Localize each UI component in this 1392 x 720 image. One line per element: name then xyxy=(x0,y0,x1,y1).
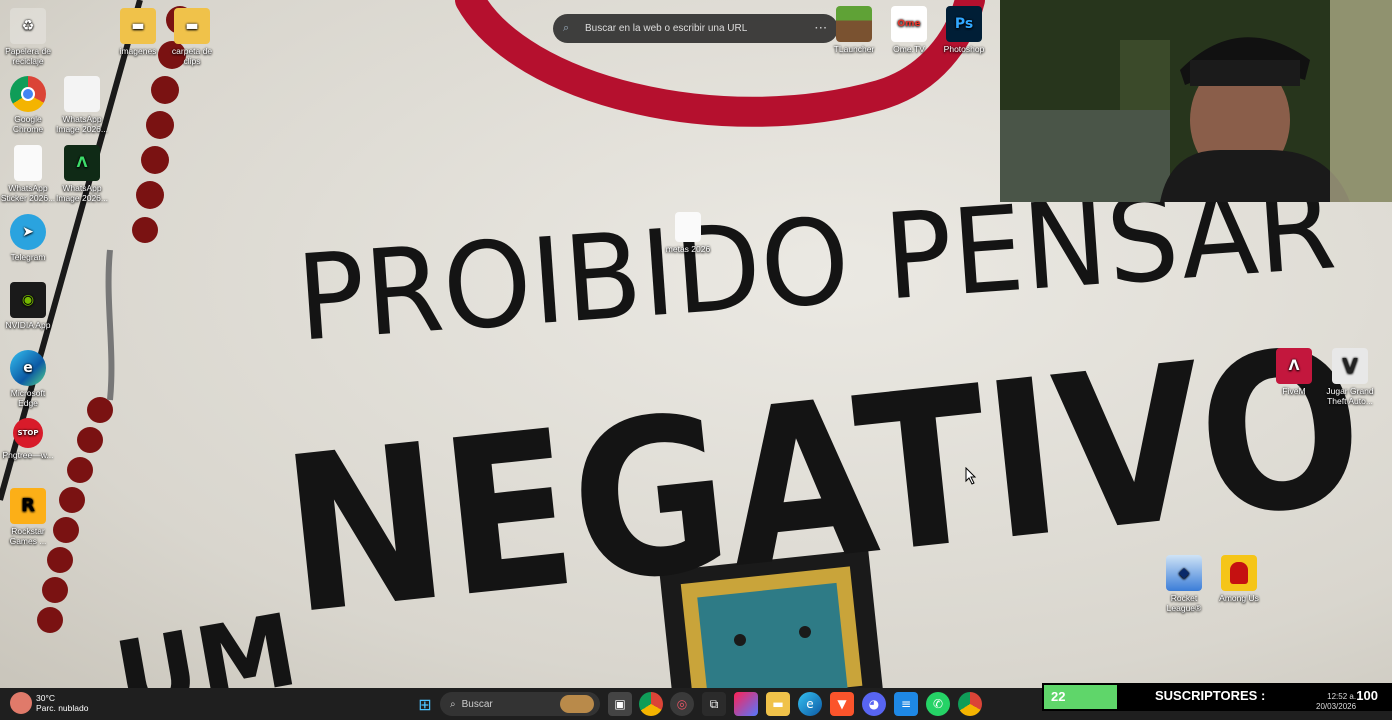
file-icon xyxy=(14,145,42,181)
taskbar-edge-icon[interactable]: e xyxy=(798,692,822,716)
rocket-league-icon: ◆ xyxy=(1166,555,1202,591)
desktop-icon-tlauncher[interactable]: TLauncher xyxy=(826,6,882,54)
recycle-bin-icon: ♻ xyxy=(10,8,46,44)
desktop-icon-label: Among Us xyxy=(1219,593,1259,603)
clock-time: 12:52 a. xyxy=(1327,692,1357,701)
nvidia-icon: ◉ xyxy=(10,282,46,318)
desktop-icon-nvidia-app[interactable]: ◉ NVIDIA App xyxy=(0,282,56,330)
desktop-icon-gta[interactable]: V Jugar Grand Theft Auto... xyxy=(1322,348,1378,406)
taskbar-notepad-icon[interactable]: ≡ xyxy=(894,692,918,716)
image-file-icon xyxy=(64,76,100,112)
mouse-cursor-icon xyxy=(965,467,977,485)
file-icon xyxy=(675,212,701,242)
desktop-icon-label: Telegram xyxy=(10,252,46,262)
desktop-icon-label: Ome.TV xyxy=(893,44,925,54)
desktop-icon-pngtree[interactable]: STOP Pngtree—w... xyxy=(0,418,56,460)
webcam-overlay xyxy=(1000,0,1392,202)
desktop-icon-photoshop[interactable]: Ps Photoshop xyxy=(936,6,992,54)
desktop-icon-imagenes[interactable]: ▬ imagenes xyxy=(110,8,166,56)
weather-icon xyxy=(10,692,32,714)
subscriber-label: SUSCRIPTORES : xyxy=(1155,688,1266,703)
desktop-icon-label: Rockstar Games ... xyxy=(9,526,47,546)
browser-search-bar[interactable]: ⌕ Buscar en la web o escribir una URL ··… xyxy=(553,14,838,43)
taskbar-discord-icon[interactable]: ◕ xyxy=(862,692,886,716)
chrome-icon xyxy=(10,76,46,112)
minecraft-icon xyxy=(836,6,872,42)
desktop-icon-label: carpeta de clips xyxy=(171,46,213,66)
among-us-icon xyxy=(1221,555,1257,591)
task-view-icon[interactable]: ▣ xyxy=(608,692,632,716)
ometv-icon: Ome xyxy=(891,6,927,42)
desktop-icon-label: FiveM xyxy=(1282,386,1306,396)
weather-desc: Parc. nublado xyxy=(36,703,89,713)
subscriber-goal: 100 xyxy=(1356,688,1378,703)
subscriber-count: 22 xyxy=(1044,685,1117,709)
desktop-icon-google-chrome[interactable]: Google Chrome xyxy=(0,76,56,134)
desktop-icon-recycle-bin[interactable]: ♻ Papelera de reciclaje xyxy=(0,8,56,66)
desktop-icon-label: imagenes xyxy=(119,46,157,56)
desktop-icon-carpeta-de-clips[interactable]: ▬ carpeta de clips xyxy=(164,8,220,66)
search-placeholder: Buscar en la web o escribir una URL xyxy=(585,23,748,34)
desktop-icon-among-us[interactable]: Among Us xyxy=(1211,555,1267,603)
taskbar-file-explorer-icon[interactable]: ▬ xyxy=(766,692,790,716)
photoshop-icon: Ps xyxy=(946,6,982,42)
stop-sign-icon: STOP xyxy=(13,418,43,448)
weather-widget[interactable]: 30°C Parc. nublado xyxy=(10,692,88,714)
desktop-icon-label: NVIDIA App xyxy=(5,320,51,330)
webcam-feed-image xyxy=(1000,0,1392,202)
wallpaper-text-bottom: UM xyxy=(107,591,305,688)
system-clock[interactable]: 12:52 a. 20/03/2026 xyxy=(1316,692,1356,712)
weather-temp: 30°C xyxy=(36,693,55,703)
desktop-icon-label: TLauncher xyxy=(833,44,875,54)
taskbar-brave-icon[interactable]: ▼ xyxy=(830,692,854,716)
taskbar-whatsapp-icon[interactable]: ✆ xyxy=(926,692,950,716)
desktop-icon-fivem[interactable]: Λ FiveM xyxy=(1266,348,1322,396)
folder-icon: ▬ xyxy=(120,8,156,44)
desktop-icon-ometv[interactable]: Ome Ome.TV xyxy=(881,6,937,54)
rockstar-icon: R xyxy=(10,488,46,524)
desktop-icon-telegram[interactable]: ➤ Telegram xyxy=(0,214,56,262)
taskbar-obs-icon[interactable]: ⧉ xyxy=(702,692,726,716)
fivem-icon: Λ xyxy=(1276,348,1312,384)
taskbar-app-icon[interactable]: ◎ xyxy=(670,692,694,716)
desktop-icon-whatsapp-image-2[interactable]: Λ WhatsApp Image 2026... xyxy=(54,145,110,203)
desktop-icon-rockstar-games[interactable]: R Rockstar Games ... xyxy=(0,488,56,546)
desktop-icon-label: metas 2026 xyxy=(665,244,711,254)
taskbar-search[interactable]: ⌕ Buscar xyxy=(440,692,600,716)
desktop-icon-label: Jugar Grand Theft Auto... xyxy=(1326,386,1374,406)
start-button[interactable]: ⊞ xyxy=(413,692,437,716)
desktop-icon-label: WhatsApp Image 2026... xyxy=(56,183,108,203)
desktop-icon-label: Pngtree—w... xyxy=(2,450,54,460)
desktop-icon-label: WhatsApp Image 2026... xyxy=(56,114,108,134)
telegram-icon: ➤ xyxy=(10,214,46,250)
desktop-icon-microsoft-edge[interactable]: e Microsoft Edge xyxy=(0,350,56,408)
search-icon: ⌕ xyxy=(563,22,570,34)
taskbar-copilot-icon[interactable] xyxy=(734,692,758,716)
taskbar-search-label: Buscar xyxy=(461,698,493,710)
desktop-icon-label: Google Chrome xyxy=(12,114,44,134)
desktop-icon-whatsapp-sticker[interactable]: WhatsApp Sticker 2026... xyxy=(0,145,56,203)
desktop-icon-label: Papelera de reciclaje xyxy=(5,46,51,66)
edge-icon: e xyxy=(10,350,46,386)
image-file-icon: Λ xyxy=(64,145,100,181)
desktop-icon-label: Rocket League® xyxy=(1166,593,1202,613)
search-highlight-icon xyxy=(560,695,594,713)
gta-icon: V xyxy=(1332,348,1368,384)
taskbar-chrome-icon[interactable] xyxy=(639,692,663,716)
desktop-icon-rocket-league[interactable]: ◆ Rocket League® xyxy=(1156,555,1212,613)
folder-icon: ▬ xyxy=(174,8,210,44)
clock-date: 20/03/2026 xyxy=(1316,702,1357,711)
desktop-icon-whatsapp-image-1[interactable]: WhatsApp Image 2026... xyxy=(54,76,110,134)
taskbar-chrome-2-icon[interactable] xyxy=(958,692,982,716)
search-icon: ⌕ xyxy=(450,698,456,710)
desktop-icon-label: Photoshop xyxy=(943,44,985,54)
desktop-icon-metas-2026[interactable]: metas 2026 xyxy=(660,212,716,254)
desktop-icon-label: WhatsApp Sticker 2026... xyxy=(0,183,56,203)
desktop-icon-label: Microsoft Edge xyxy=(10,388,46,408)
